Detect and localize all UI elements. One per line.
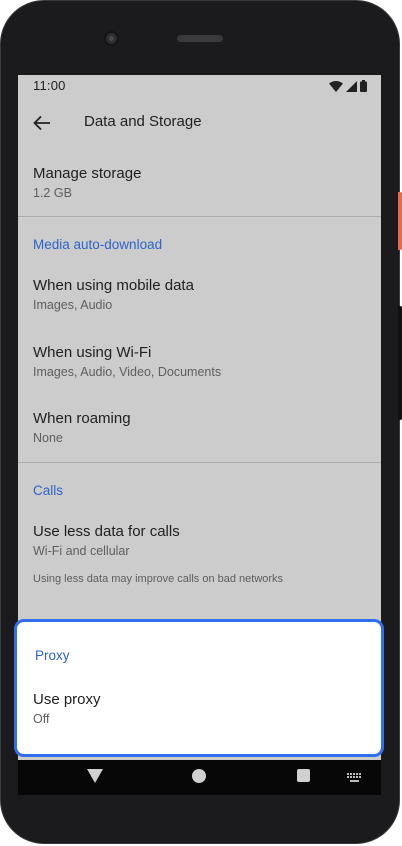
keyboard-icon[interactable] <box>347 770 362 788</box>
wifi-title: When using Wi-Fi <box>33 344 152 361</box>
status-time: 11:00 <box>33 78 66 93</box>
use-proxy-item[interactable]: Use proxy Off <box>33 690 101 728</box>
calls-header: Calls <box>33 483 64 498</box>
roaming-item[interactable]: When roaming None <box>33 409 131 447</box>
mobile-data-title: When using mobile data <box>33 277 194 294</box>
front-camera <box>104 31 119 46</box>
nav-recents-icon[interactable] <box>297 769 310 782</box>
divider <box>18 216 381 217</box>
manage-storage-title: Manage storage <box>33 165 142 182</box>
arrow-back-icon[interactable] <box>30 111 54 135</box>
power-button[interactable] <box>398 192 402 250</box>
wifi-item[interactable]: When using Wi-Fi Images, Audio, Video, D… <box>33 343 221 381</box>
manage-storage-item[interactable]: Manage storage 1.2 GB <box>33 164 141 202</box>
mobile-data-subtitle: Images, Audio <box>33 298 113 312</box>
navigation-bar <box>18 760 381 795</box>
roaming-subtitle: None <box>33 431 63 445</box>
use-proxy-subtitle: Off <box>33 712 50 726</box>
roaming-title: When roaming <box>33 410 131 427</box>
less-data-calls-title: Use less data for calls <box>33 523 180 540</box>
nav-back-icon[interactable] <box>87 769 103 788</box>
proxy-header: Proxy <box>35 648 70 663</box>
status-bar: 11:00 <box>18 75 381 99</box>
mobile-data-item[interactable]: When using mobile data Images, Audio <box>33 276 194 314</box>
divider <box>18 462 381 463</box>
less-data-calls-item[interactable]: Use less data for calls Wi-Fi and cellul… <box>33 522 180 560</box>
wifi-subtitle: Images, Audio, Video, Documents <box>33 365 222 379</box>
less-data-calls-subtitle: Wi-Fi and cellular <box>33 544 130 558</box>
battery-icon <box>360 80 367 92</box>
page-title: Data and Storage <box>84 113 202 130</box>
cellular-signal-icon <box>346 80 357 92</box>
use-proxy-title: Use proxy <box>33 691 101 708</box>
manage-storage-subtitle: 1.2 GB <box>33 186 72 200</box>
calls-footnote: Using less data may improve calls on bad… <box>33 573 284 585</box>
nav-home-icon[interactable] <box>192 769 206 783</box>
earpiece-speaker <box>177 35 223 42</box>
wifi-icon <box>329 80 343 92</box>
app-bar: Data and Storage <box>18 99 381 147</box>
volume-button[interactable] <box>398 306 402 420</box>
proxy-section: Proxy Use proxy Off <box>14 619 384 757</box>
media-auto-download-header: Media auto-download <box>33 237 163 252</box>
